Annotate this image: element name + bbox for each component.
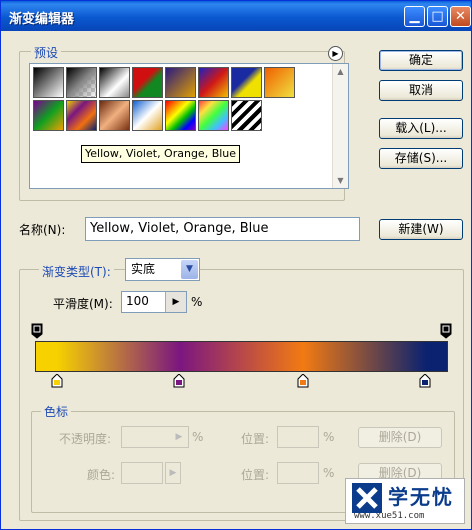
preset-swatch[interactable] bbox=[66, 100, 97, 131]
opacity-position-percent: % bbox=[323, 430, 335, 444]
minimize-icon: ▁ bbox=[409, 9, 420, 24]
opacity-label: 不透明度: bbox=[59, 432, 112, 446]
watermark-brand: 学无忧 bbox=[388, 485, 454, 509]
smoothness-arrow-icon[interactable]: ▶ bbox=[165, 292, 186, 312]
cancel-button[interactable]: 取消 bbox=[379, 80, 463, 101]
color-swatch-field[interactable] bbox=[121, 462, 163, 484]
gradient-type-select[interactable]: 实底 ▼ bbox=[125, 258, 200, 281]
title-bar[interactable]: 渐变编辑器 ▁ □ ✕ bbox=[1, 1, 471, 31]
preset-tooltip: Yellow, Violet, Orange, Blue bbox=[81, 145, 241, 163]
scroll-up-icon[interactable]: ▲ bbox=[333, 64, 348, 79]
gradient-type-value: 实底 bbox=[131, 262, 156, 276]
color-stop-yellow[interactable] bbox=[51, 373, 63, 388]
color-arrow-icon[interactable]: ▶ bbox=[165, 462, 181, 484]
preset-swatch[interactable] bbox=[165, 67, 196, 98]
window-title: 渐变编辑器 bbox=[9, 12, 75, 27]
opacity-field[interactable]: ▶ bbox=[121, 426, 189, 448]
gradient-bar[interactable] bbox=[35, 341, 448, 372]
preset-swatch[interactable] bbox=[33, 100, 64, 131]
x-logo-icon bbox=[352, 483, 382, 513]
color-stop-orange[interactable] bbox=[297, 373, 309, 388]
name-label: 名称(N): bbox=[19, 223, 66, 237]
presets-list[interactable]: ▲ ▼ bbox=[29, 63, 349, 189]
site-watermark-logo: 学无忧 www.xue51.com bbox=[345, 478, 465, 524]
preset-swatch[interactable] bbox=[198, 100, 229, 131]
watermark-url: www.xue51.com bbox=[354, 511, 425, 521]
preset-swatch[interactable] bbox=[264, 67, 295, 98]
color-stop-violet[interactable] bbox=[173, 373, 185, 388]
smoothness-value: 100 bbox=[126, 294, 149, 308]
preset-swatch[interactable] bbox=[66, 67, 97, 98]
preset-swatch[interactable] bbox=[231, 100, 262, 131]
color-stops-label: 色标 bbox=[41, 403, 72, 420]
opacity-arrow-icon[interactable]: ▶ bbox=[170, 427, 188, 447]
minimize-button[interactable]: ▁ bbox=[404, 6, 425, 27]
preset-swatch[interactable] bbox=[231, 67, 262, 98]
color-position-field[interactable] bbox=[277, 462, 319, 484]
preset-swatch[interactable] bbox=[165, 100, 196, 131]
presets-scrollbar[interactable]: ▲ ▼ bbox=[332, 64, 348, 188]
opacity-stop-right[interactable] bbox=[440, 323, 452, 339]
save-button[interactable]: 存储(S)... bbox=[379, 148, 463, 169]
ok-button[interactable]: 确定 bbox=[379, 50, 463, 71]
opacity-position-field[interactable] bbox=[277, 426, 319, 448]
preset-swatch[interactable] bbox=[99, 67, 130, 98]
preset-swatch[interactable] bbox=[132, 67, 163, 98]
delete-opacity-stop-button[interactable]: 删除(D) bbox=[358, 427, 442, 448]
opacity-percent: % bbox=[192, 430, 204, 444]
color-position-percent: % bbox=[323, 466, 335, 480]
maximize-button[interactable]: □ bbox=[427, 6, 448, 27]
maximize-icon: □ bbox=[431, 9, 444, 24]
chevron-down-icon[interactable]: ▼ bbox=[181, 260, 198, 279]
smoothness-field[interactable]: 100 ▶ bbox=[121, 291, 187, 313]
color-stop-blue[interactable] bbox=[419, 373, 431, 388]
preset-swatch[interactable] bbox=[33, 67, 64, 98]
gradient-editor-window: 渐变编辑器 ▁ □ ✕ 预设 ▶ ▲ ▼ Yellow, Violet, Ora… bbox=[0, 0, 472, 530]
smoothness-percent: % bbox=[191, 295, 203, 309]
opacity-stop-left[interactable] bbox=[31, 323, 43, 339]
close-icon: ✕ bbox=[455, 9, 466, 24]
smoothness-label: 平滑度(M): bbox=[53, 297, 113, 311]
presets-label: 预设 bbox=[31, 44, 62, 61]
name-field[interactable]: Yellow, Violet, Orange, Blue bbox=[85, 217, 360, 241]
color-position-label: 位置: bbox=[241, 468, 270, 482]
opacity-position-label: 位置: bbox=[241, 432, 270, 446]
load-button[interactable]: 载入(L)... bbox=[379, 118, 463, 139]
scroll-down-icon[interactable]: ▼ bbox=[333, 173, 348, 188]
presets-menu-arrow-icon[interactable]: ▶ bbox=[328, 46, 343, 61]
preset-swatch[interactable] bbox=[99, 100, 130, 131]
gradient-type-label: 渐变类型(T): bbox=[39, 263, 114, 280]
preset-swatch[interactable] bbox=[132, 100, 163, 131]
preset-swatch[interactable] bbox=[198, 67, 229, 98]
color-label: 颜色: bbox=[87, 468, 116, 482]
close-button[interactable]: ✕ bbox=[450, 6, 471, 27]
new-button[interactable]: 新建(W) bbox=[379, 219, 463, 240]
